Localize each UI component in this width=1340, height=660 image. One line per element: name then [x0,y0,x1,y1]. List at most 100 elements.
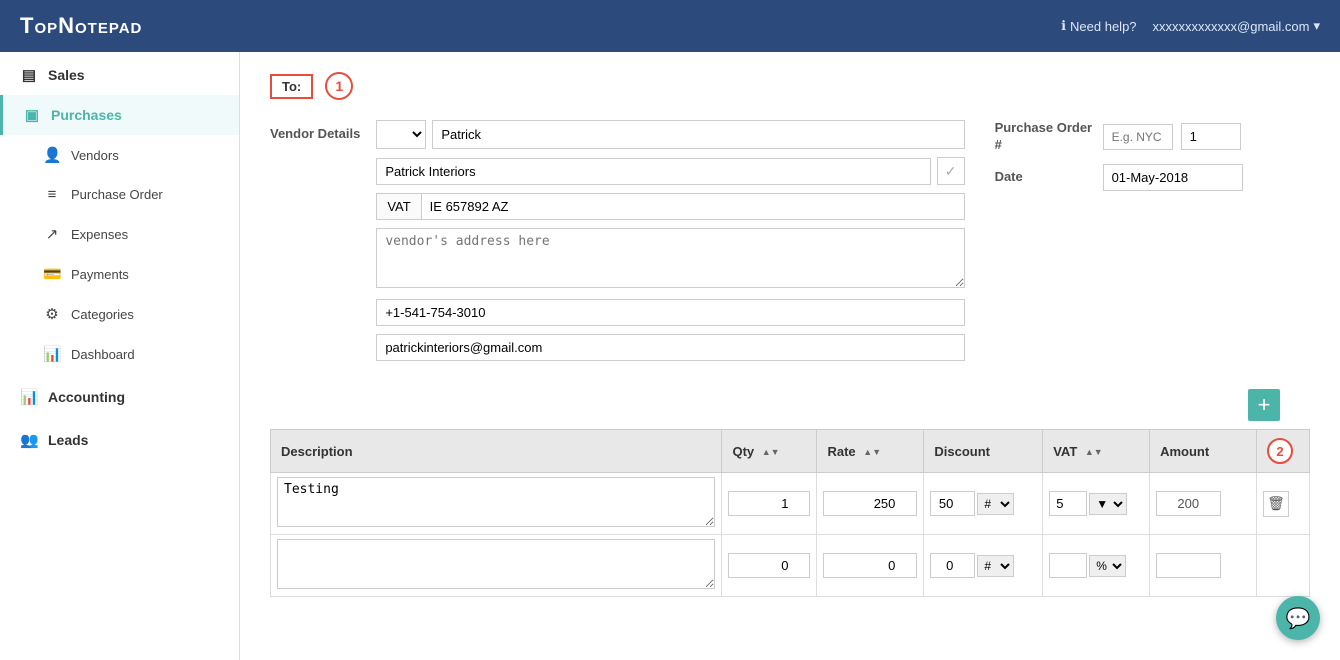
po-date-input[interactable] [1103,164,1243,191]
leads-icon: 👥 [20,431,38,449]
vat-input-2[interactable] [1049,553,1087,578]
amount-input-2[interactable] [1156,553,1221,578]
rate-input-2[interactable] [823,553,917,578]
sidebar-expenses-label: Expenses [71,227,128,242]
col-rate: Rate ▲▼ [817,430,924,473]
discount-cell-2: # % [924,535,1043,597]
purchases-icon: ▣ [23,106,41,124]
sidebar-item-dashboard[interactable]: 📊 Dashboard [0,334,239,374]
table-header-row: Description Qty ▲▼ Rate ▲▼ Discount [271,430,1310,473]
vendor-details-section: Vendor Details Mr Ms ✓ [270,120,965,369]
vendor-company-row: ✓ [376,157,964,185]
sidebar-item-expenses[interactable]: ↗ Expenses [0,214,239,254]
amount-cell-2 [1150,535,1257,597]
amount-input-1[interactable] [1156,491,1221,516]
sidebar-item-accounting[interactable]: 📊 Accounting [0,374,239,417]
delete-row-1-button[interactable]: 🗑 [1263,491,1289,517]
add-btn-row: + [270,389,1310,421]
accounting-icon: 📊 [20,388,38,406]
discount-input-1[interactable] [930,491,975,516]
rate-sort[interactable]: ▲▼ [863,448,881,457]
content-area: To: 1 Vendor Details Mr Ms [240,52,1340,660]
sidebar-item-vendors[interactable]: 👤 Vendors [0,135,239,175]
vendor-phone-input[interactable] [376,299,964,326]
discount-input-2[interactable] [930,553,975,578]
sidebar-accounting-label: Accounting [48,389,125,405]
vendor-email-input[interactable] [376,334,964,361]
add-item-button[interactable]: + [1248,389,1280,421]
vat-sort[interactable]: ▲▼ [1085,448,1103,457]
qty-input-1[interactable] [728,491,810,516]
po-number-input[interactable] [1181,123,1241,150]
step-1-indicator: 1 [325,72,353,100]
action-cell-2 [1257,535,1310,597]
qty-input-2[interactable] [728,553,810,578]
sidebar-dashboard-label: Dashboard [71,347,135,362]
vendor-top-row: Mr Ms [376,120,964,149]
vendor-title-select[interactable]: Mr Ms [376,120,426,149]
sales-icon: ▤ [20,66,38,84]
vat-group-1: ▼ [1049,491,1143,516]
action-cell-1: 🗑 [1257,473,1310,535]
categories-icon: ⚙ [43,305,61,323]
sidebar-sales-label: Sales [48,67,85,83]
expenses-icon: ↗ [43,225,61,243]
to-box: To: [270,74,313,99]
vendor-details-label: Vendor Details [270,126,360,141]
vat-type-select-1[interactable]: ▼ [1089,493,1127,515]
rate-cell-1 [817,473,924,535]
main-content: To: 1 Vendor Details Mr Ms [240,52,1340,660]
vat-group-2: % [1049,553,1143,578]
desc-input-2[interactable] [277,539,715,589]
sidebar-item-purchases[interactable]: ▣ Purchases [0,95,239,135]
main-layout: ▤ Sales ▣ Purchases 👤 Vendors ≡ Purchase… [0,52,1340,660]
step-2-indicator: 2 [1267,438,1293,464]
verify-icon[interactable]: ✓ [937,157,965,185]
rate-cell-2 [817,535,924,597]
vendors-icon: 👤 [43,146,61,164]
help-label: Need help? [1070,19,1137,34]
discount-cell-1: # % [924,473,1043,535]
sidebar-categories-label: Categories [71,307,134,322]
discount-group-1: # % [930,491,1036,516]
dashboard-icon: 📊 [43,345,61,363]
sidebar-item-purchase-order[interactable]: ≡ Purchase Order [0,175,239,214]
po-prefix-input[interactable] [1103,124,1173,150]
app-logo: TopNotepad [20,13,142,39]
sidebar-item-payments[interactable]: 💳 Payments [0,254,239,294]
chat-icon: 💬 [1286,606,1311,631]
desc-input-1[interactable]: Testing [277,477,715,527]
discount-type-select-2[interactable]: # % [977,555,1014,577]
user-menu[interactable]: xxxxxxxxxxxxx@gmail.com ▾ [1153,18,1320,34]
sidebar-leads-label: Leads [48,432,88,448]
desc-cell-1: Testing [271,473,722,535]
sidebar-item-leads[interactable]: 👥 Leads [0,417,239,460]
vat-input-1[interactable] [1049,491,1087,516]
vat-row: VAT [376,193,964,220]
sidebar-purchases-label: Purchases [51,107,122,123]
col-vat: VAT ▲▼ [1043,430,1150,473]
qty-sort[interactable]: ▲▼ [762,448,780,457]
vendor-name-input[interactable] [432,120,964,149]
sidebar-purchase-order-label: Purchase Order [71,187,163,202]
help-link[interactable]: ℹ Need help? [1061,18,1136,34]
amount-cell-1 [1150,473,1257,535]
app-header: TopNotepad ℹ Need help? xxxxxxxxxxxxx@gm… [0,0,1340,52]
date-label: Date [995,169,1095,186]
sidebar-item-sales[interactable]: ▤ Sales [0,52,239,95]
vat-type-select-2[interactable]: % [1089,555,1126,577]
vat-cell-2: % [1043,535,1150,597]
rate-input-1[interactable] [823,491,917,516]
table-row: # % % [271,535,1310,597]
vendor-address-input[interactable] [376,228,964,288]
purchase-order-icon: ≡ [43,186,61,203]
vendor-company-input[interactable] [376,158,930,185]
vat-number-input[interactable] [421,193,965,220]
chat-bubble[interactable]: 💬 [1276,596,1320,640]
sidebar-item-categories[interactable]: ⚙ Categories [0,294,239,334]
discount-type-select-1[interactable]: # % [977,493,1014,515]
vat-cell-1: ▼ [1043,473,1150,535]
vat-label: VAT [376,193,420,220]
items-table: Description Qty ▲▼ Rate ▲▼ Discount [270,429,1310,597]
desc-cell-2 [271,535,722,597]
